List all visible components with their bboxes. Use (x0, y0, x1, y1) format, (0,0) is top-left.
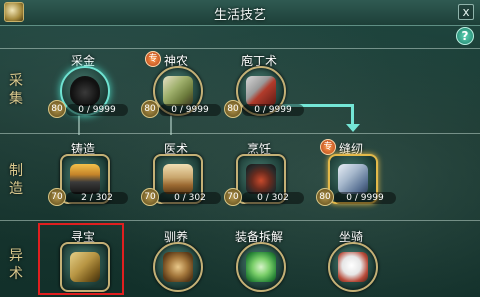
skill-progress: 0 / 9999 (334, 192, 396, 204)
life-skills-window: 生活技艺 x ? 采 集 制 造 异 术 采金 80 0 / 9999 神农 专… (0, 0, 480, 297)
craft-section-divider (0, 133, 480, 134)
skill-yishu[interactable]: 医术 70 0 / 302 (131, 140, 221, 220)
skill-level: 80 (141, 100, 159, 118)
selected-skill-highlight (38, 223, 124, 295)
butcher-knife-icon (246, 76, 276, 106)
wok-icon (246, 164, 276, 194)
skill-pengren[interactable]: 烹饪 70 0 / 302 (214, 140, 304, 220)
skill-level: 80 (224, 100, 242, 118)
special-section-divider (0, 220, 480, 221)
skill-level: 70 (141, 188, 159, 206)
skill-progress: 0 / 9999 (242, 104, 304, 116)
gather-section-divider (0, 48, 480, 49)
specialty-badge: 专 (320, 139, 336, 155)
skill-progress: 0 / 302 (242, 192, 304, 204)
dismantle-leaf-icon (246, 252, 276, 282)
skill-slot[interactable] (236, 242, 286, 292)
skill-caijin[interactable]: 采金 80 0 / 9999 (38, 52, 128, 132)
mining-helmet-icon (70, 76, 100, 106)
skill-zuoqi[interactable]: 坐骑 (306, 228, 396, 297)
window-title: 生活技艺 (213, 8, 266, 23)
help-button[interactable]: ? (456, 27, 474, 45)
horse-head-icon (338, 252, 368, 282)
skill-level: 70 (48, 188, 66, 206)
arrow-down-icon (346, 124, 360, 132)
close-button[interactable]: x (458, 4, 474, 20)
skill-chaijie[interactable]: 装备拆解 (214, 228, 304, 297)
medicine-box-icon (163, 164, 193, 194)
skill-xunyang[interactable]: 驯养 (131, 228, 221, 297)
skill-slot[interactable] (328, 242, 378, 292)
skill-level: 80 (316, 188, 334, 206)
skill-fengren[interactable]: 缝纫 专 80 0 / 9999 (306, 139, 396, 220)
skill-level: 70 (224, 188, 242, 206)
anvil-icon (70, 164, 100, 194)
skill-slot[interactable] (153, 242, 203, 292)
category-craft: 制 造 (9, 163, 23, 197)
specialty-badge: 专 (145, 51, 161, 67)
skill-paoding[interactable]: 庖丁术 80 0 / 9999 (214, 52, 304, 132)
silk-thread-icon (338, 164, 368, 194)
skill-progress: 0 / 9999 (66, 104, 128, 116)
skill-progress: 0 / 302 (159, 192, 221, 204)
skill-zhuzao[interactable]: 铸造 70 2 / 302 (38, 140, 128, 220)
category-gather: 采 集 (9, 73, 23, 107)
skill-level: 80 (48, 100, 66, 118)
taming-bells-icon (163, 252, 193, 282)
herb-shovel-icon (163, 76, 193, 106)
skill-shennong[interactable]: 神农 专 80 0 / 9999 (131, 51, 221, 132)
skill-progress: 2 / 302 (66, 192, 128, 204)
skill-progress: 0 / 9999 (159, 104, 221, 116)
title-bar: 生活技艺 x (0, 0, 480, 26)
category-special: 异 术 (9, 248, 23, 282)
